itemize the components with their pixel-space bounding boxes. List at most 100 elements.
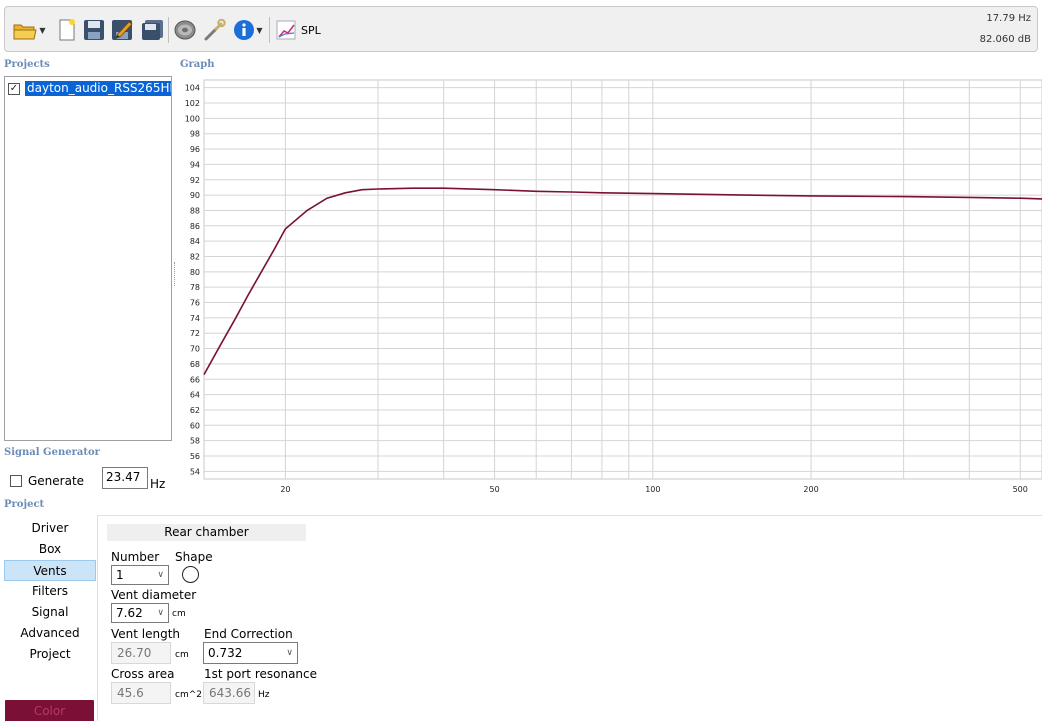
- y-tick-label: 86: [190, 222, 200, 231]
- generate-toggle[interactable]: Generate: [10, 474, 84, 488]
- frequency-readout: 17.79 Hz: [986, 13, 1031, 24]
- info-icon: [234, 20, 255, 40]
- x-tick-label: 100: [645, 485, 660, 494]
- spl-chart-icon: [276, 20, 296, 40]
- x-tick-label: 20: [280, 485, 290, 494]
- spl-label[interactable]: SPL: [301, 24, 321, 37]
- y-tick-label: 76: [190, 299, 200, 308]
- end-correction-label: End Correction: [204, 627, 293, 641]
- graph-section-label: Graph: [180, 59, 215, 70]
- vent-length-unit: cm: [175, 650, 189, 660]
- chevron-down-icon: ∨: [157, 608, 164, 618]
- nav-item-vents[interactable]: Vents: [4, 560, 96, 581]
- cross-area-input[interactable]: 45.6: [111, 682, 171, 704]
- vent-diameter-value: 7.62: [116, 606, 143, 620]
- project-visible-checkbox[interactable]: ✓: [8, 82, 20, 95]
- chevron-down-icon: ▼: [256, 25, 263, 35]
- db-readout: 82.060 dB: [979, 34, 1031, 45]
- x-tick-label: 500: [1013, 485, 1028, 494]
- project-item[interactable]: ✓ dayton_audio_RSS265HF-4.: [8, 81, 171, 96]
- nav-item-signal[interactable]: Signal: [4, 602, 96, 623]
- y-tick-label: 62: [190, 406, 200, 415]
- curve-color-button[interactable]: Color: [5, 700, 94, 721]
- new-file-icon: [59, 19, 75, 41]
- save-all-button[interactable]: [140, 16, 166, 44]
- vent-shape-round-button[interactable]: [182, 566, 199, 583]
- vents-panel: Rear chamber Number Shape 1 ∨ Vent diame…: [97, 515, 1042, 721]
- project-nav: Driver Box Vents Filters Signal Advanced…: [4, 518, 96, 665]
- cross-area-unit: cm^2: [175, 690, 202, 700]
- y-tick-label: 90: [190, 191, 200, 200]
- y-tick-label: 102: [185, 99, 200, 108]
- save-all-icon: [142, 20, 163, 40]
- y-tick-label: 82: [190, 252, 200, 261]
- generator-frequency-unit: Hz: [150, 477, 166, 491]
- y-tick-label: 98: [190, 130, 200, 139]
- y-tick-label: 68: [190, 360, 200, 369]
- plot-area: [203, 79, 1042, 480]
- generator-frequency-input[interactable]: 23.47: [102, 467, 148, 489]
- spl-graph[interactable]: 54 56 58 60 62 64 66 68 70 72 74 76 78 80 82 84 86 88 90 92…: [176, 76, 1042, 496]
- port-resonance-label: 1st port resonance: [204, 667, 318, 681]
- end-correction-value: 0.732: [208, 646, 243, 660]
- open-project-button[interactable]: ▼: [9, 16, 49, 44]
- project-name[interactable]: dayton_audio_RSS265HF-4.: [25, 81, 171, 96]
- wrench-icon: [204, 18, 226, 41]
- y-tick-label: 54: [190, 467, 200, 476]
- speaker-icon: [174, 20, 196, 40]
- vent-length-input[interactable]: 26.70: [111, 642, 171, 664]
- shape-label: Shape: [175, 550, 213, 564]
- chevron-down-icon: ▼: [39, 25, 46, 35]
- driver-database-button[interactable]: [172, 16, 198, 44]
- x-tick-label: 200: [803, 485, 818, 494]
- new-project-button[interactable]: [55, 16, 79, 44]
- save-button[interactable]: [82, 16, 106, 44]
- save-as-button[interactable]: [110, 16, 136, 44]
- y-tick-label: 66: [190, 375, 200, 384]
- y-tick-label: 60: [190, 421, 200, 430]
- end-correction-select[interactable]: 0.732 ∨: [203, 642, 298, 664]
- vent-number-select[interactable]: 1 ∨: [111, 565, 169, 585]
- open-folder-icon: [13, 24, 38, 40]
- project-section-label: Project: [4, 499, 45, 510]
- generate-checkbox[interactable]: [10, 475, 22, 487]
- info-button[interactable]: ▼: [230, 16, 266, 44]
- cross-area-label: Cross area: [111, 667, 175, 681]
- settings-button[interactable]: [201, 16, 227, 44]
- y-tick-label: 78: [190, 283, 200, 292]
- y-tick-label: 74: [190, 314, 200, 323]
- x-tick-label: 50: [490, 485, 500, 494]
- nav-item-box[interactable]: Box: [4, 539, 96, 560]
- y-tick-label: 84: [190, 237, 200, 246]
- port-resonance-input[interactable]: 643.66: [203, 682, 255, 704]
- save-icon: [84, 20, 104, 40]
- y-tick-label: 72: [190, 329, 200, 338]
- nav-item-advanced[interactable]: Advanced: [4, 623, 96, 644]
- y-tick-label: 96: [190, 145, 200, 154]
- toolbar-separator: [269, 17, 270, 43]
- y-tick-label: 58: [190, 437, 200, 446]
- nav-item-driver[interactable]: Driver: [4, 518, 96, 539]
- y-tick-label: 80: [190, 268, 200, 277]
- y-tick-label: 92: [190, 176, 200, 185]
- rear-chamber-header: Rear chamber: [107, 524, 306, 541]
- vent-diameter-unit: cm: [172, 609, 186, 619]
- port-resonance-unit: Hz: [258, 690, 270, 700]
- chevron-down-icon: ∨: [286, 648, 293, 658]
- y-tick-label: 104: [185, 84, 200, 93]
- spl-chart-button[interactable]: [273, 16, 299, 44]
- y-tick-label: 56: [190, 452, 200, 461]
- vent-number-value: 1: [116, 568, 124, 582]
- projects-list[interactable]: ✓ dayton_audio_RSS265HF-4.: [4, 76, 172, 441]
- vent-length-label: Vent length: [111, 627, 181, 641]
- vent-diameter-select[interactable]: 7.62 ∨: [111, 603, 169, 623]
- y-tick-label: 64: [190, 391, 200, 400]
- nav-item-filters[interactable]: Filters: [4, 581, 96, 602]
- y-tick-label: 94: [190, 160, 200, 169]
- y-tick-label: 100: [185, 114, 200, 123]
- spl-chart[interactable]: 54 56 58 60 62 64 66 68 70 72 74 76 78 80 82 84 86 88 90 92…: [176, 76, 1042, 496]
- projects-section-label: Projects: [4, 59, 50, 70]
- splitter-handle[interactable]: [174, 262, 176, 286]
- nav-item-project[interactable]: Project: [4, 644, 96, 665]
- chevron-down-icon: ∨: [157, 570, 164, 580]
